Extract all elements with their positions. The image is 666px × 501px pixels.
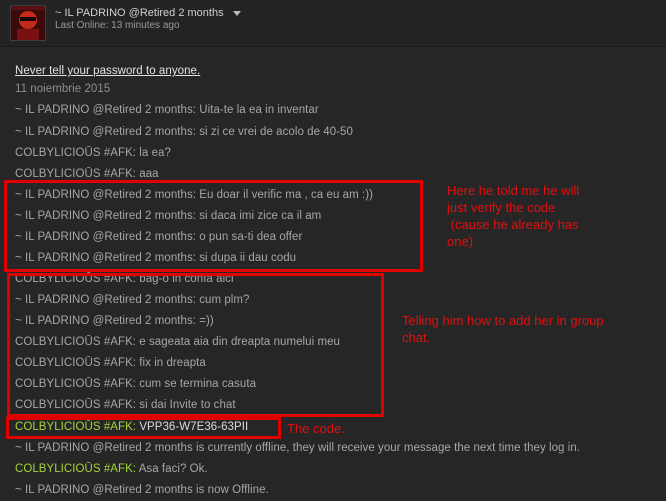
chat-message: ~ IL PADRINO @Retired 2 months: Uita-te …: [15, 104, 319, 116]
friend-name[interactable]: ~ IL PADRINO @Retired 2 months: [55, 7, 241, 19]
annotation-note-line: Telling him how to add her in group: [402, 313, 604, 328]
avatar-image: [11, 6, 45, 40]
chat-message: COLBYLICIOŪS #AFK: aaa: [15, 168, 159, 180]
friend-name-text: ~ IL PADRINO @Retired 2 months: [55, 7, 224, 19]
chevron-down-icon[interactable]: [232, 10, 241, 16]
annotation-note-line: Here he told me he will: [447, 183, 580, 198]
message-text: Asa faci? Ok.: [138, 463, 208, 475]
last-online-status: Last Online: 13 minutes ago: [55, 20, 180, 31]
annotation-note-instructions: Telling him how to add her in group chat…: [402, 312, 604, 346]
friend-avatar[interactable]: [10, 5, 46, 41]
annotation-note-verify: Here he told me he will just verify the …: [447, 182, 579, 250]
annotation-note-line: (cause he already has: [447, 217, 579, 232]
annotation-note-line: one): [447, 234, 474, 249]
sender-name: COLBYLICIOŪS #AFK:: [15, 463, 137, 475]
annotation-box-verify: [4, 180, 423, 272]
date-separator: 11 noiembrie 2015: [15, 83, 111, 95]
annotation-box-code: [6, 417, 281, 439]
chat-message: ~ IL PADRINO @Retired 2 months: si zi ce…: [15, 126, 353, 138]
annotation-note-code: The code.: [287, 421, 345, 436]
offline-notice: ~ IL PADRINO @Retired 2 months is curren…: [15, 442, 581, 454]
annotation-box-instructions: [7, 273, 384, 417]
annotation-note-line: chat.: [402, 330, 431, 345]
now-offline-notice: ~ IL PADRINO @Retired 2 months is now Of…: [15, 484, 269, 496]
annotation-note-line: just verify the code: [447, 200, 556, 215]
chat-header: ~ IL PADRINO @Retired 2 months Last Onli…: [0, 0, 666, 47]
password-warning: Never tell your password to anyone.: [15, 65, 201, 77]
chat-message: COLBYLICIOŪS #AFK: la ea?: [15, 147, 171, 159]
chat-message-self: COLBYLICIOŪS #AFK: Asa faci? Ok.: [15, 463, 208, 475]
